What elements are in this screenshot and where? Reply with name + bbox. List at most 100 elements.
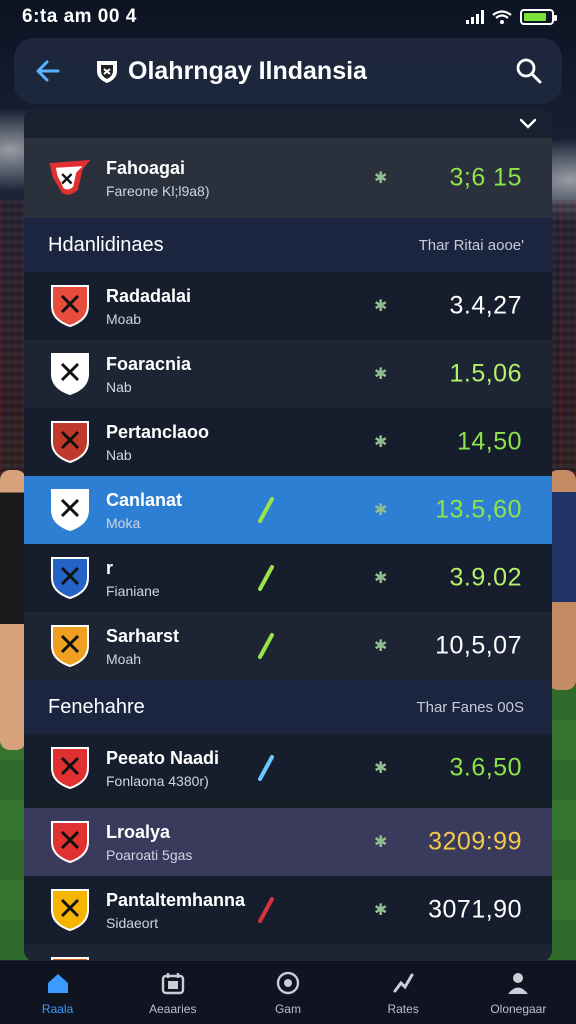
team-sub: Fonlaona 4380r)	[106, 772, 209, 789]
featured-row[interactable]: Fahoagai Fareone Kl;l9a8) ✱ 3;6 15	[24, 138, 552, 218]
nav-item-0[interactable]: Raala	[8, 969, 108, 1016]
battery-level	[524, 13, 547, 21]
search-button[interactable]	[514, 56, 544, 86]
section-note: Thar Fanes 00S	[416, 698, 524, 716]
chevron-down-icon	[519, 118, 537, 129]
team-badge	[48, 820, 92, 864]
trend-slash-icon	[258, 565, 274, 591]
standings-panel: Fahoagai Fareone Kl;l9a8) ✱ 3;6 15 Hdanl…	[24, 108, 552, 962]
team-row[interactable]: Lroalya Poaroati 5gas ✱ 3209:99	[24, 808, 552, 876]
nav-item-1[interactable]: Aeaaries	[123, 969, 223, 1016]
team-name: Peeato Naadi	[106, 747, 220, 768]
team-row[interactable]: Radadalai Moab ✱ 3.4,27	[24, 272, 552, 340]
team-row[interactable]: Sarharst Moah ✱ 10,5,07	[24, 612, 552, 680]
team-names: Canlanat Moka	[106, 490, 182, 531]
featured-names: Fahoagai Fareone Kl;l9a8)	[106, 158, 210, 199]
team-names: Pertanclaoo Nab	[106, 422, 209, 463]
team-sub: Fianiane	[106, 582, 160, 599]
section-title: Hdanlidinaes	[48, 233, 164, 256]
team-value: 10,5,07	[435, 631, 522, 660]
stat-icon: ✱	[374, 170, 388, 187]
nav-label: Gam	[274, 1002, 301, 1016]
team-value: 3.4,27	[449, 291, 522, 320]
app-header: Olahrngay Ilndansia	[14, 38, 562, 104]
wifi-icon	[492, 10, 512, 24]
trend-slash-icon	[258, 497, 274, 523]
team-name: Canlanat	[106, 489, 183, 510]
team-sub: Sidaeort	[106, 914, 159, 931]
team-name: Sarharst	[106, 625, 180, 646]
team-sub: Nab	[106, 446, 132, 463]
team-name: Pantaltemhanna	[106, 889, 246, 910]
team-value: 1.5,06	[449, 359, 522, 388]
section-header: Fenehahre Thar Fanes 00S	[24, 680, 552, 734]
team-row[interactable]: Pertanclaoo Nab ✱ 14,50	[24, 408, 552, 476]
team-badge	[48, 284, 92, 328]
profile-icon	[508, 973, 529, 994]
team-value: 14,50	[456, 427, 522, 456]
stat-icon: ✱	[374, 902, 388, 919]
shield-logo-icon	[94, 58, 120, 84]
bottom-nav: Raala Aeaaries Gam Rates Olonegaar	[0, 960, 576, 1024]
home-icon	[47, 974, 68, 993]
team-names: Lroalya Poaroati 5gas	[106, 822, 192, 863]
team-row[interactable]: r Fianiane ✱ 3.9.02	[24, 544, 552, 612]
team-badge	[48, 556, 92, 600]
trend-slash-icon	[258, 633, 274, 659]
nav-item-4[interactable]: Olonegaar	[468, 969, 568, 1016]
team-row[interactable]: Canlanat Moka ✱ 13.5,60	[24, 476, 552, 544]
player-right-image	[548, 470, 576, 690]
stat-icon: ✱	[374, 434, 388, 451]
stat-icon: ✱	[374, 298, 388, 315]
stat-icon: ✱	[374, 834, 388, 851]
signal-icon	[466, 10, 484, 24]
team-value: 3.9.02	[449, 563, 522, 592]
trend-slash-icon	[258, 755, 274, 781]
team-names: Peeato Naadi Fonlaona 4380r)	[106, 748, 219, 789]
trend-slash-icon	[258, 897, 274, 923]
nav-item-2[interactable]: Gam	[238, 969, 338, 1016]
section-title: Fenehahre	[48, 695, 145, 718]
stat-icon: ✱	[374, 760, 388, 777]
team-badge	[48, 156, 92, 200]
team-badge	[48, 888, 92, 932]
team-value: 3;6 15	[449, 163, 522, 192]
back-button[interactable]	[32, 55, 64, 87]
nav-label: Aeaaries	[149, 1002, 197, 1016]
team-sub: Nab	[106, 378, 132, 395]
team-value: 3209:99	[428, 827, 522, 856]
page-title: Olahrngay Ilndansia	[128, 56, 367, 85]
stat-icon: ✱	[374, 366, 388, 383]
team-row[interactable]: Pantaltemhanna Sidaeort ✱ 3071,90	[24, 876, 552, 944]
nav-label: Olonegaar	[490, 1002, 547, 1016]
team-badge	[48, 624, 92, 668]
team-names: Pantaltemhanna Sidaeort	[106, 890, 245, 931]
section-note: Thar Ritai aooe'	[418, 236, 524, 254]
team-row[interactable]: Peeato Naadi Fonlaona 4380r) ✱ 3.6,50	[24, 734, 552, 802]
player-left-image	[0, 470, 26, 750]
team-badge	[48, 488, 92, 532]
team-name: Lroalya	[106, 821, 171, 842]
team-name: Fahoagai	[106, 157, 186, 178]
team-name: Radadalai	[106, 285, 192, 306]
stat-icon: ✱	[374, 570, 388, 587]
team-name: r	[106, 557, 114, 578]
team-badge	[48, 746, 92, 790]
team-sub: Poaroati 5gas	[106, 846, 193, 863]
status-time: 6:ta am 00 4	[22, 6, 137, 27]
team-names: Radadalai Moab	[106, 286, 191, 327]
team-names: Foaracnia Nab	[106, 354, 191, 395]
team-badge	[48, 352, 92, 396]
chart-icon	[393, 973, 414, 993]
team-name: Foaracnia	[106, 353, 192, 374]
team-row[interactable]: Foaracnia Nab ✱ 1.5,06	[24, 340, 552, 408]
status-bar: 6:ta am 00 4	[0, 0, 576, 34]
team-value: 13.5,60	[435, 495, 522, 524]
team-names: r Fianiane	[106, 558, 160, 599]
search-icon	[516, 58, 542, 84]
collapse-toggle[interactable]	[24, 108, 552, 138]
extra-rows-container: Lroalya Poaroati 5gas ✱ 3209:99 Pantaltemhan…	[24, 808, 552, 962]
nav-item-3[interactable]: Rates	[353, 969, 453, 1016]
team-value: 3071,90	[428, 895, 522, 924]
section-header: Hdanlidinaes Thar Ritai aooe'	[24, 218, 552, 272]
